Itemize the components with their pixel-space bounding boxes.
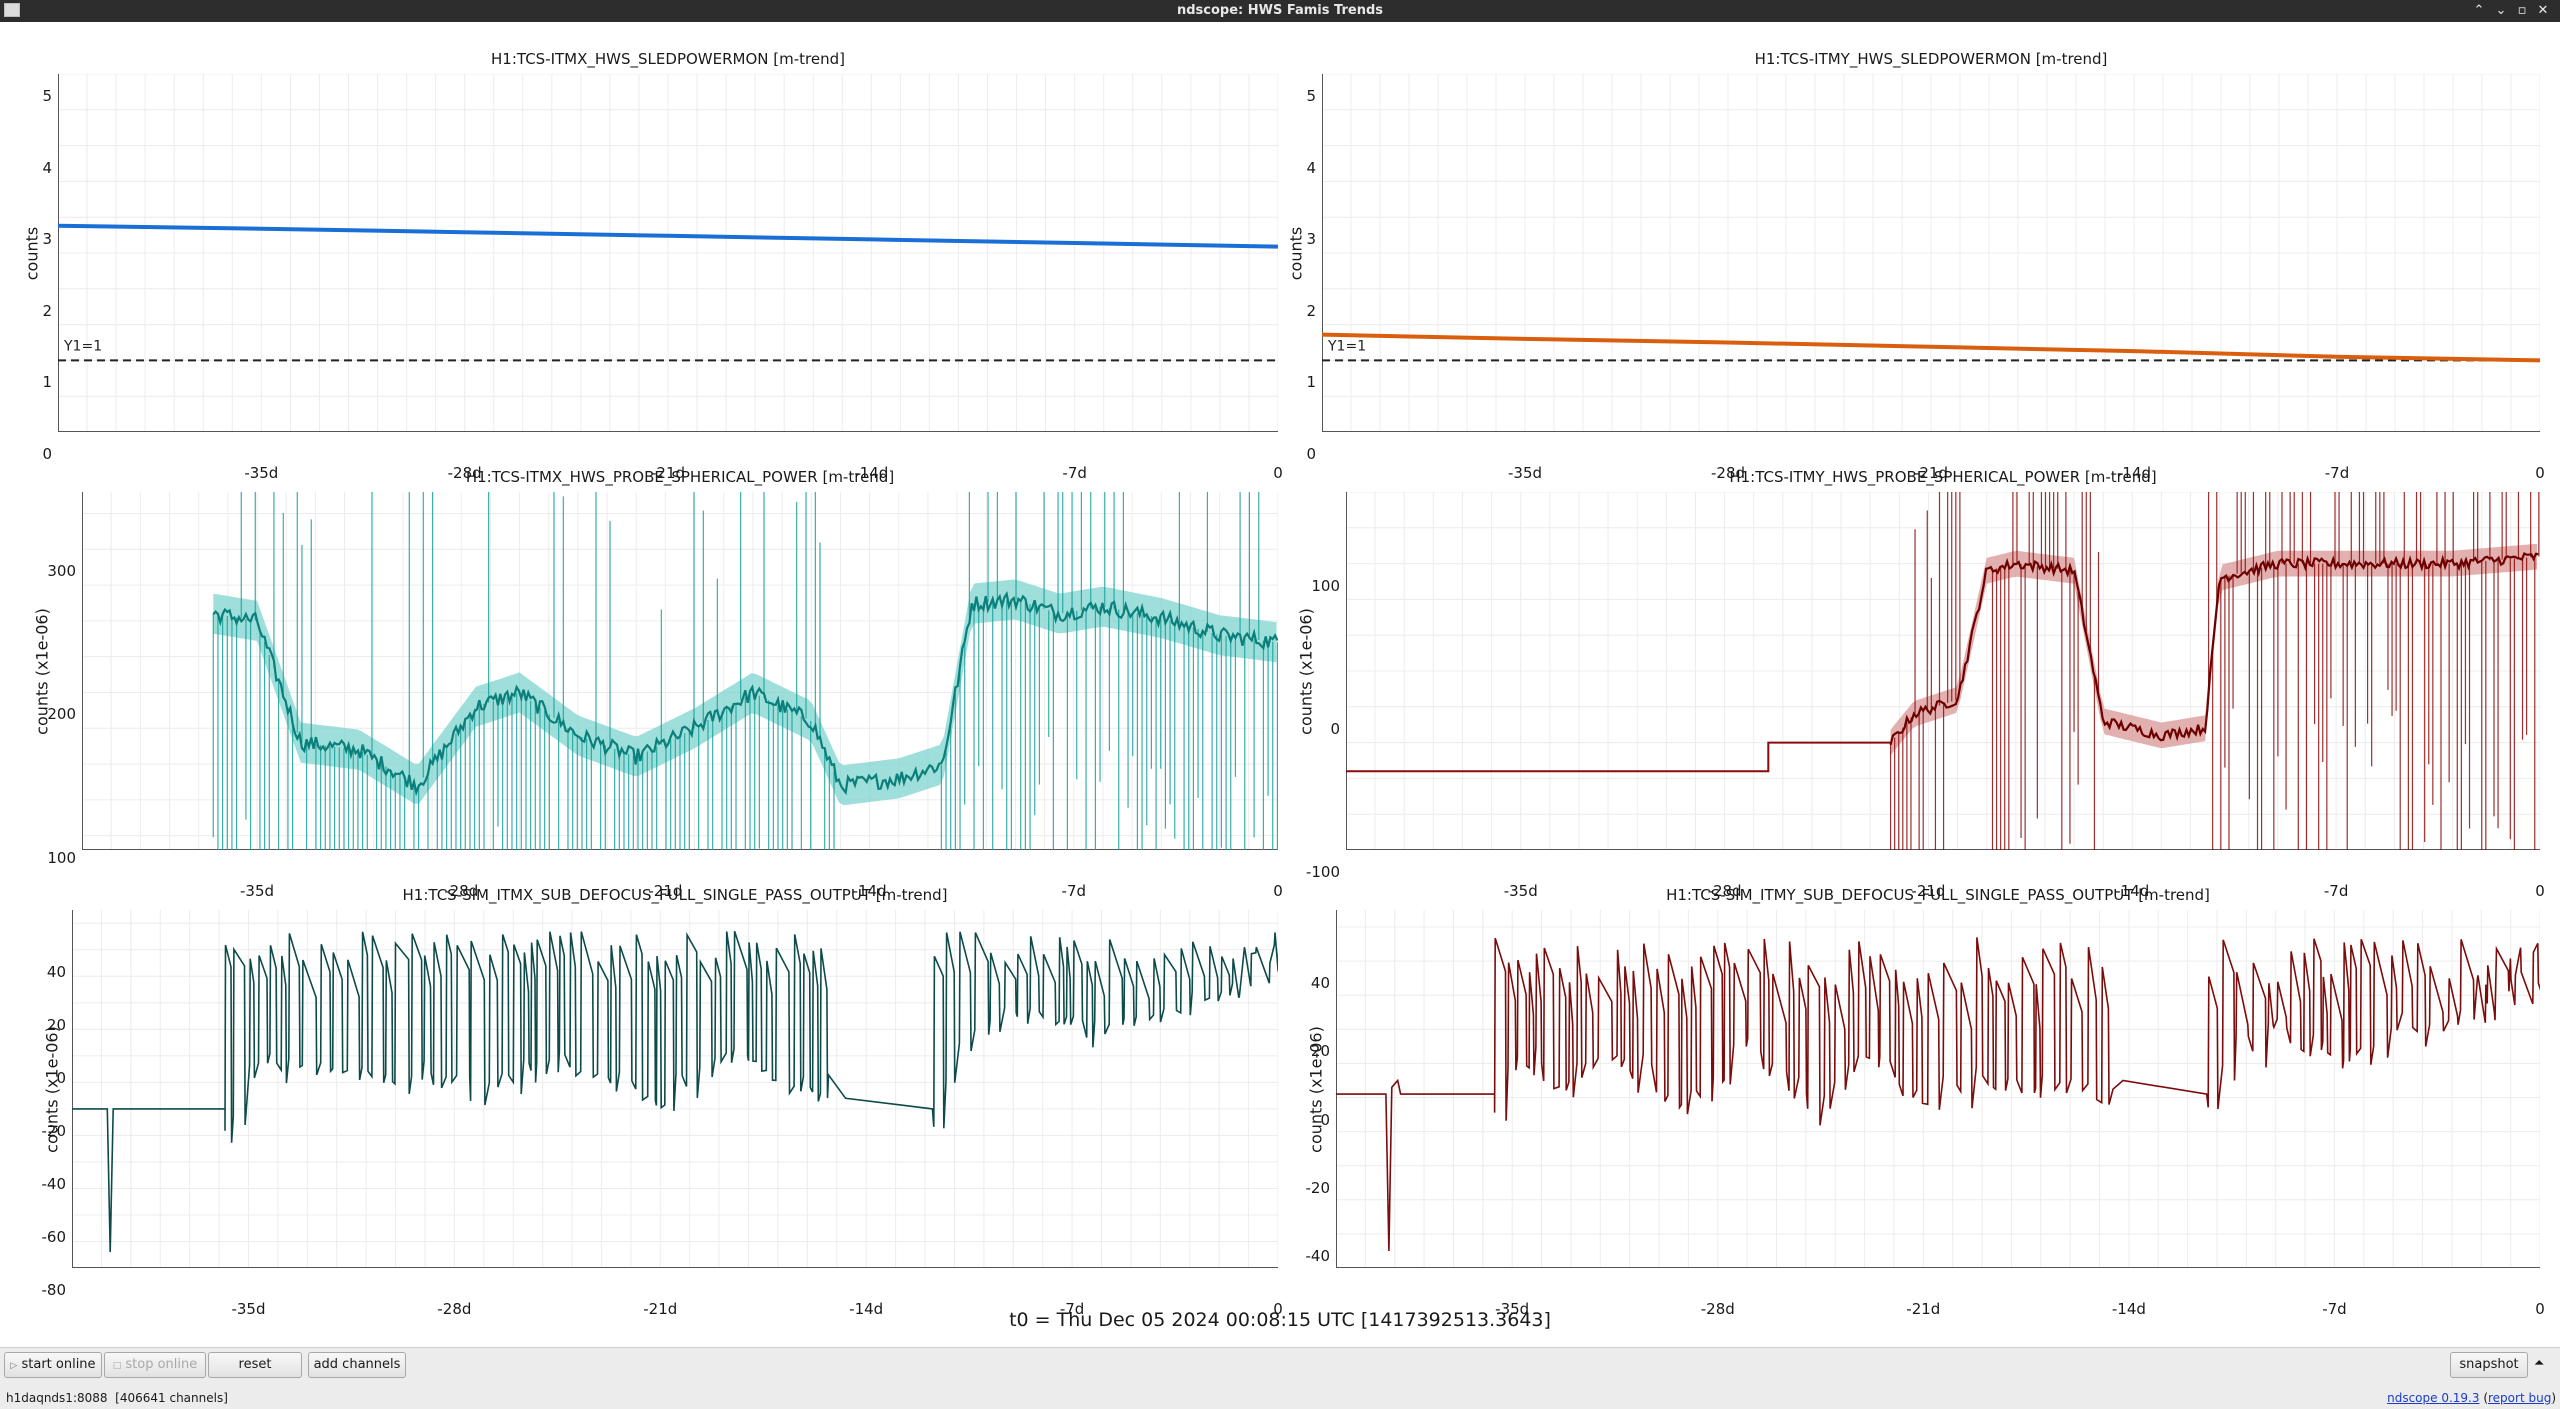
- y-axis-label: counts: [22, 226, 42, 281]
- window-titlebar: ndscope: HWS Famis Trends ⌃ ⌄ ▫ ✕: [0, 0, 2560, 22]
- x-tick-label: 0: [1273, 464, 1283, 482]
- x-tick-label: -21d: [1911, 882, 1946, 900]
- y-tick-label: 300: [47, 562, 76, 581]
- version-info: ndscope 0.19.3 (report bug): [2387, 1391, 2556, 1405]
- y-tick-label: 5: [42, 87, 52, 105]
- x-tick-label: -7d: [2324, 464, 2350, 482]
- report-bug-link[interactable]: report bug: [2488, 1391, 2551, 1405]
- plot-sim-itmx[interactable]: [72, 910, 1278, 1268]
- x-tick-label: -28d: [1710, 464, 1746, 482]
- y-tick-label: 4: [1306, 158, 1316, 177]
- series-spikes: [212, 492, 1278, 850]
- plot-title-itmy-sledpowermon: H1:TCS-ITMY_HWS_SLEDPOWERMON [m-trend]: [1754, 50, 2108, 68]
- y-tick-label: 100: [1311, 576, 1340, 595]
- plot-itmx-sledpowermon[interactable]: Y1=1: [58, 74, 1278, 432]
- y-tick-label: 40: [46, 962, 66, 981]
- window-title: ndscope: HWS Famis Trends: [1176, 3, 1383, 18]
- snapshot-button[interactable]: snapshot: [2450, 1352, 2528, 1378]
- x-tick-label: -21d: [1913, 464, 1949, 482]
- y-tick-label: 0: [1330, 719, 1340, 738]
- x-tick-label: -14d: [854, 464, 889, 482]
- threshold-label: Y1=1: [63, 338, 102, 354]
- x-tick-label: -35d: [240, 882, 275, 900]
- bottom-toolbar: ▷ start online □ stop online reset add c…: [0, 1347, 2560, 1388]
- series-line: [72, 931, 1278, 1253]
- x-tick-label: -21d: [648, 882, 683, 900]
- y-axis-label: counts: [1286, 226, 1306, 281]
- y-tick-label: 200: [47, 705, 76, 724]
- y-tick-label: -80: [41, 1281, 67, 1299]
- expand-icon[interactable]: ⏶: [2534, 1356, 2544, 1371]
- x-tick-label: -14d: [2115, 882, 2150, 900]
- version-link[interactable]: ndscope 0.19.3: [2387, 1391, 2479, 1405]
- collapse-icon[interactable]: ⌃: [2470, 2, 2488, 20]
- y-tick-label: 3: [42, 230, 52, 249]
- y-tick-label: -100: [1305, 863, 1340, 881]
- start-online-button[interactable]: ▷ start online: [4, 1352, 102, 1378]
- y-tick-label: 0: [1320, 1110, 1330, 1129]
- x-tick-label: -7d: [1061, 882, 1087, 900]
- plot-title-itmx-sledpowermon: H1:TCS-ITMX_HWS_SLEDPOWERMON [m-trend]: [491, 50, 845, 68]
- add-channels-button[interactable]: add channels: [308, 1352, 406, 1378]
- t0-label: t0 = Thu Dec 05 2024 00:08:15 UTC [14173…: [1009, 1309, 1551, 1331]
- grid: [58, 74, 1278, 432]
- y-tick-label: 5: [1306, 87, 1316, 105]
- y-tick-label: -40: [41, 1174, 67, 1193]
- x-tick-label: 0: [2535, 882, 2545, 900]
- series-band: [1890, 543, 2538, 756]
- y-tick-label: 2: [1306, 301, 1316, 320]
- x-tick-label: 0: [1273, 882, 1283, 900]
- x-tick-label: -14d: [852, 882, 887, 900]
- grid: [1336, 910, 2540, 1268]
- plot-area: H1:TCS-ITMX_HWS_SLEDPOWERMON [m-trend] H…: [0, 22, 2560, 1347]
- play-icon: ▷: [10, 1361, 18, 1371]
- y-tick-label: 40: [1310, 974, 1330, 993]
- y-tick-label: 2: [42, 301, 52, 320]
- x-tick-label: 0: [2535, 464, 2545, 482]
- y-tick-label: 3: [1306, 230, 1316, 249]
- series-flat: [1346, 741, 1891, 773]
- y-tick-label: 4: [42, 158, 52, 177]
- threshold-label: Y1=1: [1327, 338, 1366, 354]
- reset-button[interactable]: reset: [208, 1352, 302, 1378]
- y-tick-label: 0: [1306, 445, 1316, 463]
- stop-online-button[interactable]: □ stop online: [104, 1352, 206, 1378]
- x-tick-label: -14d: [2116, 464, 2152, 482]
- x-tick-label: -35d: [244, 464, 279, 482]
- y-tick-label: 0: [56, 1068, 66, 1087]
- x-tick-label: -35d: [1507, 464, 1543, 482]
- y-tick-label: 0: [42, 445, 52, 463]
- plot-itmx-probe[interactable]: [82, 492, 1278, 850]
- x-tick-label: -21d: [650, 464, 686, 482]
- y-tick-label: -40: [1305, 1246, 1331, 1265]
- x-tick-label: -7d: [1062, 464, 1087, 482]
- close-icon[interactable]: ✕: [2534, 2, 2552, 20]
- plot-itmy-sledpowermon[interactable]: Y1=1: [1322, 74, 2540, 432]
- y-tick-label: 20: [46, 1015, 66, 1034]
- plot-sim-itmy[interactable]: [1336, 910, 2540, 1268]
- x-tick-label: -28d: [1707, 882, 1742, 900]
- y-axis-label: counts (x1e-06): [1306, 1026, 1326, 1153]
- x-tick-label: -7d: [2323, 882, 2349, 900]
- x-tick-label: -28d: [447, 464, 482, 482]
- y-tick-label: 20: [1310, 1042, 1330, 1061]
- plot-itmy-probe[interactable]: [1346, 492, 2540, 850]
- series-line: [1336, 937, 2540, 1252]
- y-tick-label: -20: [1305, 1178, 1331, 1197]
- stop-icon: □: [112, 1361, 122, 1371]
- y-tick-label: 1: [1306, 373, 1316, 392]
- maximize-icon[interactable]: ▫: [2513, 2, 2531, 20]
- x-tick-label: -28d: [444, 882, 479, 900]
- server-status: h1daqnds1:8088 [406641 channels]: [6, 1391, 228, 1405]
- y-tick-label: 1: [42, 373, 52, 392]
- grid: [1322, 74, 2540, 432]
- y-tick-label: 100: [47, 848, 76, 867]
- minimize-icon[interactable]: ⌄: [2492, 2, 2510, 20]
- status-bar: h1daqnds1:8088 [406641 channels] ndscope…: [0, 1387, 2560, 1409]
- y-tick-label: -60: [41, 1227, 67, 1246]
- y-tick-label: -20: [41, 1121, 67, 1140]
- x-tick-label: -35d: [1503, 882, 1538, 900]
